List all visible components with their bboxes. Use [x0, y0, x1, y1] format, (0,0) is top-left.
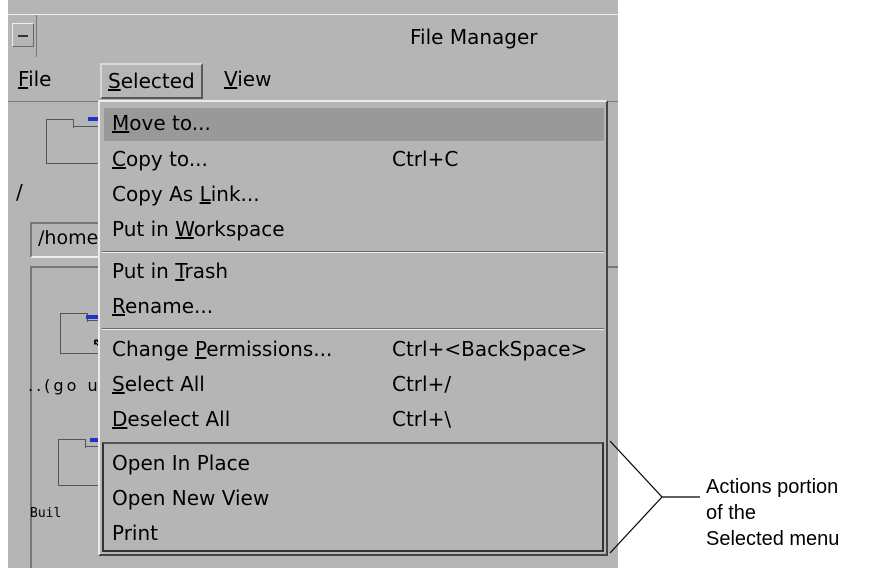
menu-item-put-in-workspace[interactable]: Put in Workspace [104, 214, 604, 247]
title-separator [36, 15, 37, 57]
shortcut-label: Ctrl+C [392, 147, 459, 171]
menu-item-label: Print [112, 521, 159, 545]
callout-annotation: Actions portion of the Selected menu [706, 474, 839, 552]
menu-item-label: Move to... [112, 111, 211, 135]
callout-line-3: Selected menu [706, 528, 840, 550]
shortcut-label: Ctrl+\ [392, 407, 452, 431]
menu-item-select-all[interactable]: Select All Ctrl+/ [104, 369, 604, 402]
menu-item-label: Open New View [112, 486, 270, 510]
menu-item-open-new-view[interactable]: Open New View [104, 483, 604, 516]
callout-line-2: of the [706, 502, 757, 524]
window-menu-button[interactable] [12, 23, 34, 47]
mnemonic: F [18, 67, 29, 91]
menu-separator [102, 251, 604, 253]
menu-label: elected [120, 69, 195, 93]
mnemonic: S [108, 69, 121, 93]
menu-bar: File Selected View [8, 57, 618, 102]
shortcut-label: Ctrl+<BackSpace> [392, 337, 588, 361]
shortcut-label: Ctrl+/ [392, 372, 452, 396]
menu-item-change-permissions[interactable]: Change Permissions... Ctrl+<BackSpace> [104, 334, 604, 367]
menu-item-label: Copy As Link... [112, 182, 260, 206]
menu-label: iew [237, 67, 272, 91]
mnemonic: V [224, 67, 238, 91]
menu-item-label: Rename... [112, 294, 214, 318]
callout-line-bottom [609, 496, 663, 554]
menu-label: ile [28, 67, 52, 91]
menu-item-label: Put in Workspace [112, 217, 285, 241]
menu-item-deselect-all[interactable]: Deselect All Ctrl+\ [104, 404, 604, 437]
menu-file[interactable]: File [12, 63, 57, 95]
callout-bracket [609, 440, 700, 554]
menu-view[interactable]: View [218, 63, 277, 95]
path-field-value: /home [38, 227, 99, 249]
menu-item-move-to[interactable]: Move to... [104, 108, 604, 141]
menu-separator [102, 328, 604, 330]
current-path-label: / [16, 180, 23, 204]
menu-item-copy-as-link[interactable]: Copy As Link... [104, 179, 604, 212]
folder-label: Buil [30, 506, 62, 521]
window-title: File Manager [410, 25, 538, 49]
menu-item-copy-to[interactable]: Copy to... Ctrl+C [104, 144, 604, 177]
selected-menu: Move to... Copy to... Ctrl+C Copy As Lin… [98, 100, 608, 556]
menu-item-label: Copy to... [112, 147, 208, 171]
callout-line-1: Actions portion [706, 476, 839, 498]
menu-item-label: Put in Trash [112, 259, 229, 283]
menu-item-label: Select All [112, 372, 205, 396]
menu-item-open-in-place[interactable]: Open In Place [104, 448, 604, 481]
menu-item-label: Open In Place [112, 451, 250, 475]
minus-icon [18, 35, 28, 37]
title-bar[interactable]: File Manager [8, 14, 618, 58]
callout-line-top [609, 440, 663, 498]
menu-selected[interactable]: Selected [100, 63, 203, 99]
menu-item-label: Change Permissions... [112, 337, 333, 361]
menu-item-label: Deselect All [112, 407, 231, 431]
menu-item-put-in-trash[interactable]: Put in Trash [104, 256, 604, 289]
menu-item-print[interactable]: Print [104, 518, 604, 551]
menu-item-rename[interactable]: Rename... [104, 291, 604, 324]
